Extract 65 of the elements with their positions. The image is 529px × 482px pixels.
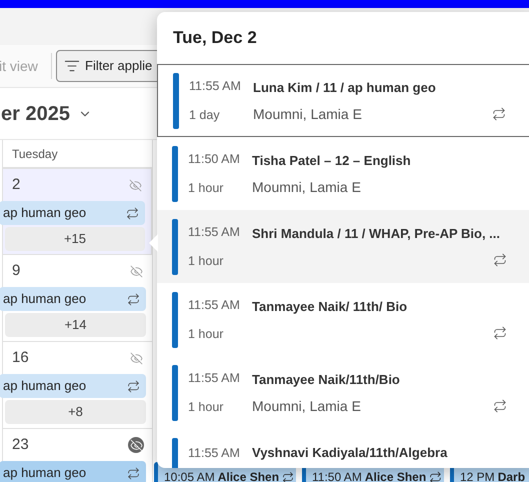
event-time: 11:55 AM: [188, 444, 241, 462]
recurring-icon: [282, 470, 294, 482]
event-item[interactable]: 11:55 AM 1 hour Shri Mandula / 11 / WHAP, Pre-AP Bio, ...: [157, 210, 529, 283]
date-number: 23: [12, 434, 29, 455]
event-title: Shri Mandula / 11 / WHAP, Pre-AP Bio, ...: [252, 224, 502, 243]
event-title: Tanmayee Naik/11th/Bio: [252, 370, 401, 389]
event-title: Vyshnavi Kadiyala/11th/Algebra: [252, 444, 448, 462]
more-events-button[interactable]: +15: [5, 227, 145, 251]
event-title: Luna Kim / 11 / ap human geo: [253, 78, 437, 97]
date-number: 16: [12, 348, 29, 368]
event-time: 11:55 AM: [188, 296, 241, 314]
event-chip[interactable]: ap human geo: [0, 461, 146, 482]
event-time: 11:50 AM: [188, 150, 241, 168]
more-events-button[interactable]: +14: [5, 313, 146, 337]
event-color-bar: [172, 292, 178, 348]
popover-title: Tue, Dec 2: [173, 27, 257, 50]
day-cell[interactable]: 9 ap human geo +14: [3, 255, 152, 342]
event-time: 12 PM: [460, 469, 495, 482]
month-title[interactable]: er 2025: [1, 98, 70, 128]
recurring-icon: [492, 107, 506, 122]
event-duration: 1 day: [189, 106, 221, 124]
day-cell[interactable]: 2 ap human geo +15: [2, 168, 152, 255]
event-chip[interactable]: ap human geo: [0, 374, 146, 398]
recurring-icon: [493, 326, 507, 340]
event-color-bar: [172, 218, 178, 274]
event-time: 11:55 AM: [188, 370, 241, 387]
event-time: 11:55 AM: [188, 224, 241, 241]
event-duration: 1 hour: [188, 180, 224, 196]
event-item[interactable]: 11:55 AM 1 day Luna Kim / 11 / ap human geo Moumni, Lamia E: [157, 64, 529, 137]
event-duration: 1 hour: [188, 398, 224, 416]
event-chip[interactable]: ap human geo: [0, 201, 145, 225]
event-item[interactable]: 11:55 AM 1 hour Tanmayee Naik/ 11th/ Bio: [157, 283, 529, 356]
event-title: Alice Shen: [218, 469, 280, 482]
filter-icon: [64, 58, 80, 74]
event-time: 11:55 AM: [189, 78, 242, 95]
day-header: Tuesday: [12, 146, 58, 162]
date-number: 2: [12, 174, 20, 195]
date-number: 9: [12, 260, 20, 281]
event-item[interactable]: 11:50 AM 1 hour Tisha Patel – 12 – English Moumni, Lamia E: [157, 137, 529, 210]
event-title: Tisha Patel – 12 – English: [252, 152, 412, 170]
event-color-bar: [173, 72, 179, 128]
recurring-icon: [127, 292, 140, 306]
event-time: 11:50 AM: [312, 469, 362, 482]
event-item[interactable]: 11:55 AM 1 hour Tanmayee Naik/11th/Bio Moumni, Lamia E: [157, 356, 529, 429]
recurring-icon: [126, 206, 139, 220]
event-title: Alice Shen: [364, 469, 426, 482]
event-organizer: Moumni, Lamia E: [252, 178, 361, 197]
event-duration: 1 hour: [188, 252, 224, 270]
day-cell[interactable]: 16 ap human geo +8: [3, 342, 152, 429]
recurring-icon: [493, 253, 507, 268]
event-time: 10:05 AM: [164, 469, 215, 482]
event-organizer: Moumni, Lamia E: [252, 396, 361, 416]
event-color-bar: [172, 146, 178, 202]
event-title: Tanmayee Naik/ 11th/ Bio: [252, 298, 408, 316]
event-organizer: Moumni, Lamia E: [253, 104, 362, 124]
event-color-bar: [172, 364, 178, 420]
more-events-button[interactable]: +8: [5, 400, 146, 424]
recurring-icon: [127, 466, 140, 480]
event-chip[interactable]: ap human geo: [0, 287, 146, 311]
event-duration: 1 hour: [188, 326, 224, 342]
recurring-icon: [127, 380, 140, 392]
day-cell[interactable]: 23 ap human geo: [3, 429, 152, 482]
recurring-icon: [493, 399, 507, 414]
event-title: Darb: [498, 469, 526, 482]
recurring-icon: [429, 470, 442, 482]
